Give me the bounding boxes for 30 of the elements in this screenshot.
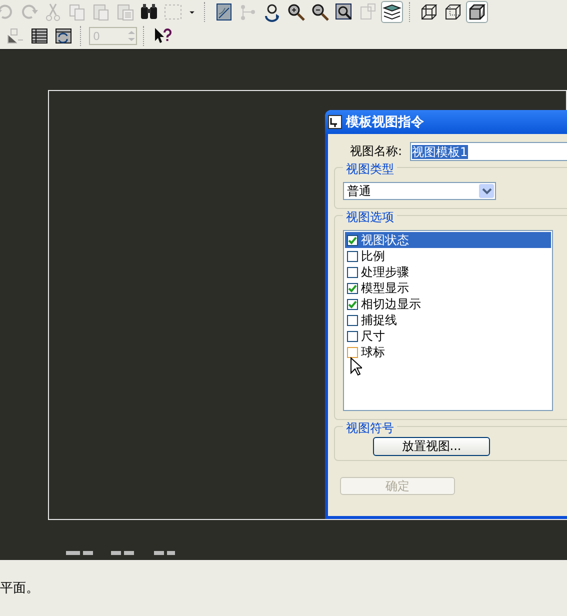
checkbox[interactable]: [347, 346, 358, 358]
list-item[interactable]: 模型显示: [345, 280, 551, 296]
name-field[interactable]: 视图模板1: [410, 142, 567, 161]
group-title: 视图符号: [343, 420, 397, 437]
list-item[interactable]: 球标: [345, 344, 551, 360]
checkbox[interactable]: [347, 234, 358, 246]
place-view-button[interactable]: 放置视图...: [373, 437, 490, 456]
checkbox[interactable]: [347, 298, 358, 310]
list-item[interactable]: 尺寸: [345, 328, 551, 344]
list-item[interactable]: 比例: [345, 248, 551, 264]
status-message: 平面。: [0, 580, 39, 597]
checkbox[interactable]: [347, 250, 358, 262]
checkbox[interactable]: [347, 282, 358, 294]
cube-icon[interactable]: [466, 1, 488, 23]
group-title: 视图类型: [343, 161, 397, 178]
caret-icon: [482, 187, 492, 195]
list-item[interactable]: 处理步骤: [345, 264, 551, 280]
view-type-dropdown[interactable]: 普通: [343, 182, 496, 200]
layers-icon[interactable]: [381, 1, 403, 23]
list-item[interactable]: 视图状态: [345, 232, 551, 248]
checkbox[interactable]: [347, 266, 358, 278]
field-label: 视图名称:: [350, 143, 402, 160]
checkbox[interactable]: [347, 314, 358, 326]
list-item[interactable]: 捕捉线: [345, 312, 551, 328]
list-item[interactable]: 相切边显示: [345, 296, 551, 312]
dialog-icon: [328, 115, 342, 129]
group-title: 视图选项: [343, 209, 397, 226]
dropdown-button[interactable]: [479, 184, 494, 198]
window-title: 模板视图指令: [346, 114, 424, 131]
checkbox[interactable]: [347, 330, 358, 342]
